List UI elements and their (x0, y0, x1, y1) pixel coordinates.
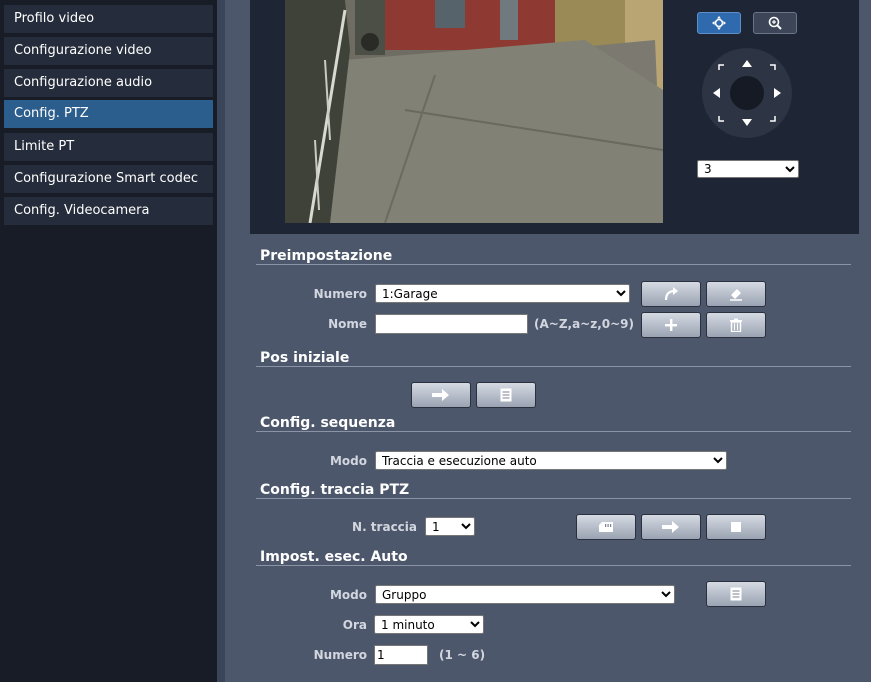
auto-run-count-hint: (1 ~ 6) (439, 648, 486, 662)
document-icon (500, 388, 512, 402)
section-divider (256, 264, 851, 265)
sidebar-item-limite-pt[interactable]: Limite PT (4, 133, 213, 161)
zoom-icon (768, 16, 782, 30)
ptz-zoom-mode-button[interactable] (753, 12, 797, 34)
sidebar-item-smart-codec[interactable]: Configurazione Smart codec (4, 165, 213, 193)
redo-arrow-icon (664, 287, 678, 301)
home-section-title: Pos iniziale (260, 350, 350, 366)
ptz-down-arrow-icon[interactable] (742, 119, 752, 126)
eraser-icon (730, 289, 742, 301)
preset-section-title: Preimpostazione (260, 248, 393, 264)
sidebar-item-config-videocamera[interactable]: Config. Videocamera (4, 197, 213, 225)
trace-stop-button[interactable] (706, 514, 766, 540)
auto-run-time-label: Ora (342, 618, 367, 632)
home-settings-button[interactable] (476, 382, 536, 408)
sidebar-item-configurazione-audio[interactable]: Configurazione audio (4, 69, 213, 97)
auto-run-count-input[interactable] (374, 645, 428, 665)
memory-card-icon (599, 522, 613, 532)
sequence-mode-label: Modo (329, 454, 367, 468)
preset-name-hint: (A~Z,a~z,0~9) (534, 317, 635, 331)
section-divider (256, 431, 851, 432)
sidebar-item-config-ptz[interactable]: Config. PTZ (4, 100, 213, 128)
auto-run-settings-button[interactable] (706, 581, 766, 607)
trace-number-label: N. traccia (352, 520, 417, 534)
preset-number-label: Numero (313, 287, 367, 301)
sequence-mode-select[interactable]: Traccia e esecuzione auto (375, 451, 727, 470)
arrow-right-icon (662, 521, 679, 533)
main-panel: 3 Preimpostazione Numero 1:Garage Nome (… (225, 0, 871, 682)
preset-name-input[interactable] (375, 314, 528, 334)
camera-live-view[interactable] (285, 0, 663, 223)
auto-run-time-select[interactable]: 1 minuto (374, 615, 484, 634)
document-icon (730, 587, 742, 601)
trash-icon (730, 318, 742, 332)
ptz-move-mode-button[interactable] (697, 12, 741, 34)
stop-icon (731, 522, 741, 532)
auto-run-section-title: Impost. esec. Auto (260, 549, 408, 565)
preset-number-select[interactable]: 1:Garage (375, 284, 630, 303)
preset-delete-button[interactable] (706, 312, 766, 338)
ptz-left-arrow-icon[interactable] (713, 88, 720, 98)
sequence-section-title: Config. sequenza (260, 415, 396, 431)
ptz-right-arrow-icon[interactable] (774, 88, 781, 98)
panel-divider (217, 0, 225, 682)
move-icon (712, 16, 726, 30)
sidebar: Profilo video Configurazione video Confi… (0, 0, 217, 682)
trace-record-button[interactable] (576, 514, 636, 540)
trace-section-title: Config. traccia PTZ (260, 482, 410, 498)
section-divider (256, 366, 851, 367)
ptz-pad-center[interactable] (730, 76, 764, 110)
auto-run-mode-label: Modo (329, 588, 367, 602)
arrow-right-icon (432, 389, 449, 401)
section-divider (256, 565, 851, 566)
camera-image (285, 0, 663, 223)
preset-add-button[interactable] (641, 312, 701, 338)
video-panel: 3 (250, 0, 859, 234)
sidebar-item-profilo-video[interactable]: Profilo video (4, 5, 213, 33)
ptz-speed-select[interactable]: 3 (697, 160, 799, 178)
preset-erase-button[interactable] (706, 281, 766, 307)
preset-name-label: Nome (328, 317, 367, 331)
section-divider (256, 498, 851, 499)
ptz-direction-pad (702, 48, 792, 138)
trace-play-button[interactable] (641, 514, 701, 540)
sidebar-item-configurazione-video[interactable]: Configurazione video (4, 37, 213, 65)
auto-run-mode-select[interactable]: Gruppo (375, 585, 675, 604)
auto-run-count-label: Numero (313, 648, 367, 662)
trace-number-select[interactable]: 1 (425, 517, 475, 536)
preset-goto-button[interactable] (641, 281, 701, 307)
home-goto-button[interactable] (411, 382, 471, 408)
ptz-up-arrow-icon[interactable] (742, 60, 752, 67)
plus-icon (665, 319, 677, 331)
